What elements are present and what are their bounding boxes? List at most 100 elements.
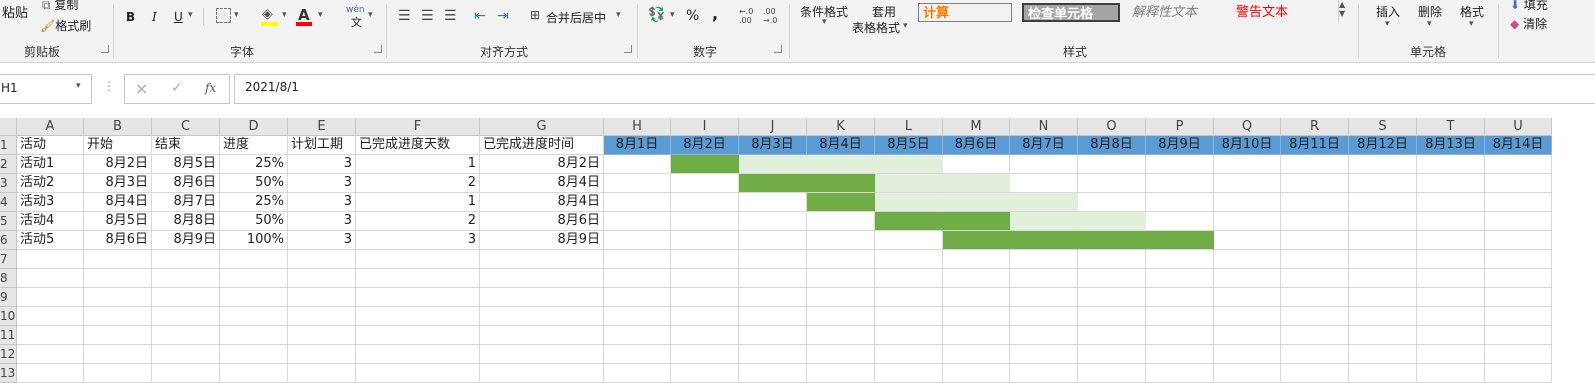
cell[interactable] <box>1146 269 1214 288</box>
gantt-cell[interactable] <box>807 231 875 250</box>
cell[interactable] <box>943 288 1010 307</box>
gantt-cell[interactable] <box>807 155 875 174</box>
gantt-cell[interactable] <box>1010 231 1078 250</box>
cell[interactable] <box>480 288 604 307</box>
cell[interactable] <box>1146 326 1214 345</box>
gantt-cell[interactable] <box>1349 212 1417 231</box>
cell[interactable] <box>875 269 943 288</box>
cell[interactable] <box>1485 250 1552 269</box>
cell[interactable] <box>807 345 875 364</box>
gantt-cell[interactable] <box>604 231 671 250</box>
cell[interactable] <box>943 250 1010 269</box>
cell[interactable] <box>1485 364 1552 383</box>
row-header-7[interactable]: 7 <box>0 250 17 269</box>
gantt-date-header[interactable]: 8月10日 <box>1214 136 1281 155</box>
gantt-cell[interactable] <box>1485 231 1552 250</box>
column-header-r[interactable]: R <box>1281 118 1349 136</box>
column-header-g[interactable]: G <box>480 118 604 136</box>
cell[interactable] <box>807 288 875 307</box>
cell[interactable] <box>1010 307 1078 326</box>
cell[interactable] <box>152 307 220 326</box>
header-cell[interactable]: 进度 <box>220 136 288 155</box>
cell[interactable] <box>1214 364 1281 383</box>
cell[interactable] <box>1078 307 1146 326</box>
cell[interactable] <box>1349 326 1417 345</box>
gantt-date-header[interactable]: 8月11日 <box>1281 136 1349 155</box>
cell[interactable] <box>288 326 356 345</box>
gantt-cell[interactable] <box>1010 212 1078 231</box>
cell[interactable] <box>1417 269 1485 288</box>
row-header-1[interactable]: 1 <box>0 136 17 155</box>
cell[interactable] <box>220 288 288 307</box>
gantt-cell[interactable] <box>943 231 1010 250</box>
gantt-date-header[interactable]: 8月8日 <box>1078 136 1146 155</box>
gantt-cell[interactable] <box>739 155 807 174</box>
row-header-8[interactable]: 8 <box>0 269 17 288</box>
cell[interactable] <box>220 250 288 269</box>
cell[interactable] <box>84 345 152 364</box>
cell[interactable] <box>220 345 288 364</box>
gantt-cell[interactable] <box>739 231 807 250</box>
gantt-cell[interactable] <box>1078 231 1146 250</box>
cell[interactable] <box>152 250 220 269</box>
cell[interactable] <box>739 269 807 288</box>
cell[interactable] <box>604 288 671 307</box>
gantt-cell[interactable] <box>1485 193 1552 212</box>
cell[interactable] <box>1417 288 1485 307</box>
cell[interactable] <box>1485 307 1552 326</box>
column-header-d[interactable]: D <box>220 118 288 136</box>
cell[interactable] <box>288 269 356 288</box>
column-header-i[interactable]: I <box>671 118 739 136</box>
table-cell[interactable]: 3 <box>288 174 356 193</box>
gantt-cell[interactable] <box>1010 193 1078 212</box>
row-header-5[interactable]: 5 <box>0 212 17 231</box>
cell[interactable] <box>1417 250 1485 269</box>
gantt-cell[interactable] <box>1281 174 1349 193</box>
cell[interactable] <box>604 364 671 383</box>
row-header-4[interactable]: 4 <box>0 193 17 212</box>
gantt-cell[interactable] <box>1417 155 1485 174</box>
cell[interactable] <box>480 250 604 269</box>
cell[interactable] <box>1010 326 1078 345</box>
table-cell[interactable]: 活动2 <box>17 174 84 193</box>
cell[interactable] <box>17 288 84 307</box>
cell[interactable] <box>807 364 875 383</box>
gantt-date-header[interactable]: 8月4日 <box>807 136 875 155</box>
cell[interactable] <box>480 364 604 383</box>
cell[interactable] <box>604 326 671 345</box>
cell[interactable] <box>288 307 356 326</box>
cell[interactable] <box>356 269 480 288</box>
gantt-cell[interactable] <box>943 174 1010 193</box>
table-cell[interactable]: 1 <box>356 193 480 212</box>
cell[interactable] <box>1281 326 1349 345</box>
gantt-cell[interactable] <box>1146 212 1214 231</box>
gantt-cell[interactable] <box>1146 174 1214 193</box>
cell[interactable] <box>671 345 739 364</box>
gantt-cell[interactable] <box>1485 174 1552 193</box>
gantt-cell[interactable] <box>1349 174 1417 193</box>
cell[interactable] <box>480 307 604 326</box>
cell[interactable] <box>152 288 220 307</box>
cell[interactable] <box>807 326 875 345</box>
column-header-a[interactable]: A <box>17 118 84 136</box>
table-cell[interactable]: 8月2日 <box>480 155 604 174</box>
cell[interactable] <box>1349 269 1417 288</box>
gantt-cell[interactable] <box>739 174 807 193</box>
header-cell[interactable]: 结束 <box>152 136 220 155</box>
table-cell[interactable]: 25% <box>220 155 288 174</box>
cell[interactable] <box>1146 364 1214 383</box>
table-cell[interactable]: 8月9日 <box>480 231 604 250</box>
gantt-cell[interactable] <box>1146 155 1214 174</box>
gantt-cell[interactable] <box>1214 212 1281 231</box>
gantt-cell[interactable] <box>875 212 943 231</box>
gantt-cell[interactable] <box>1417 212 1485 231</box>
gantt-cell[interactable] <box>943 155 1010 174</box>
cell[interactable] <box>875 326 943 345</box>
cell[interactable] <box>84 326 152 345</box>
gantt-cell[interactable] <box>739 212 807 231</box>
gantt-cell[interactable] <box>604 193 671 212</box>
cell[interactable] <box>17 307 84 326</box>
cell[interactable] <box>943 307 1010 326</box>
cell[interactable] <box>1485 326 1552 345</box>
cell[interactable] <box>671 288 739 307</box>
